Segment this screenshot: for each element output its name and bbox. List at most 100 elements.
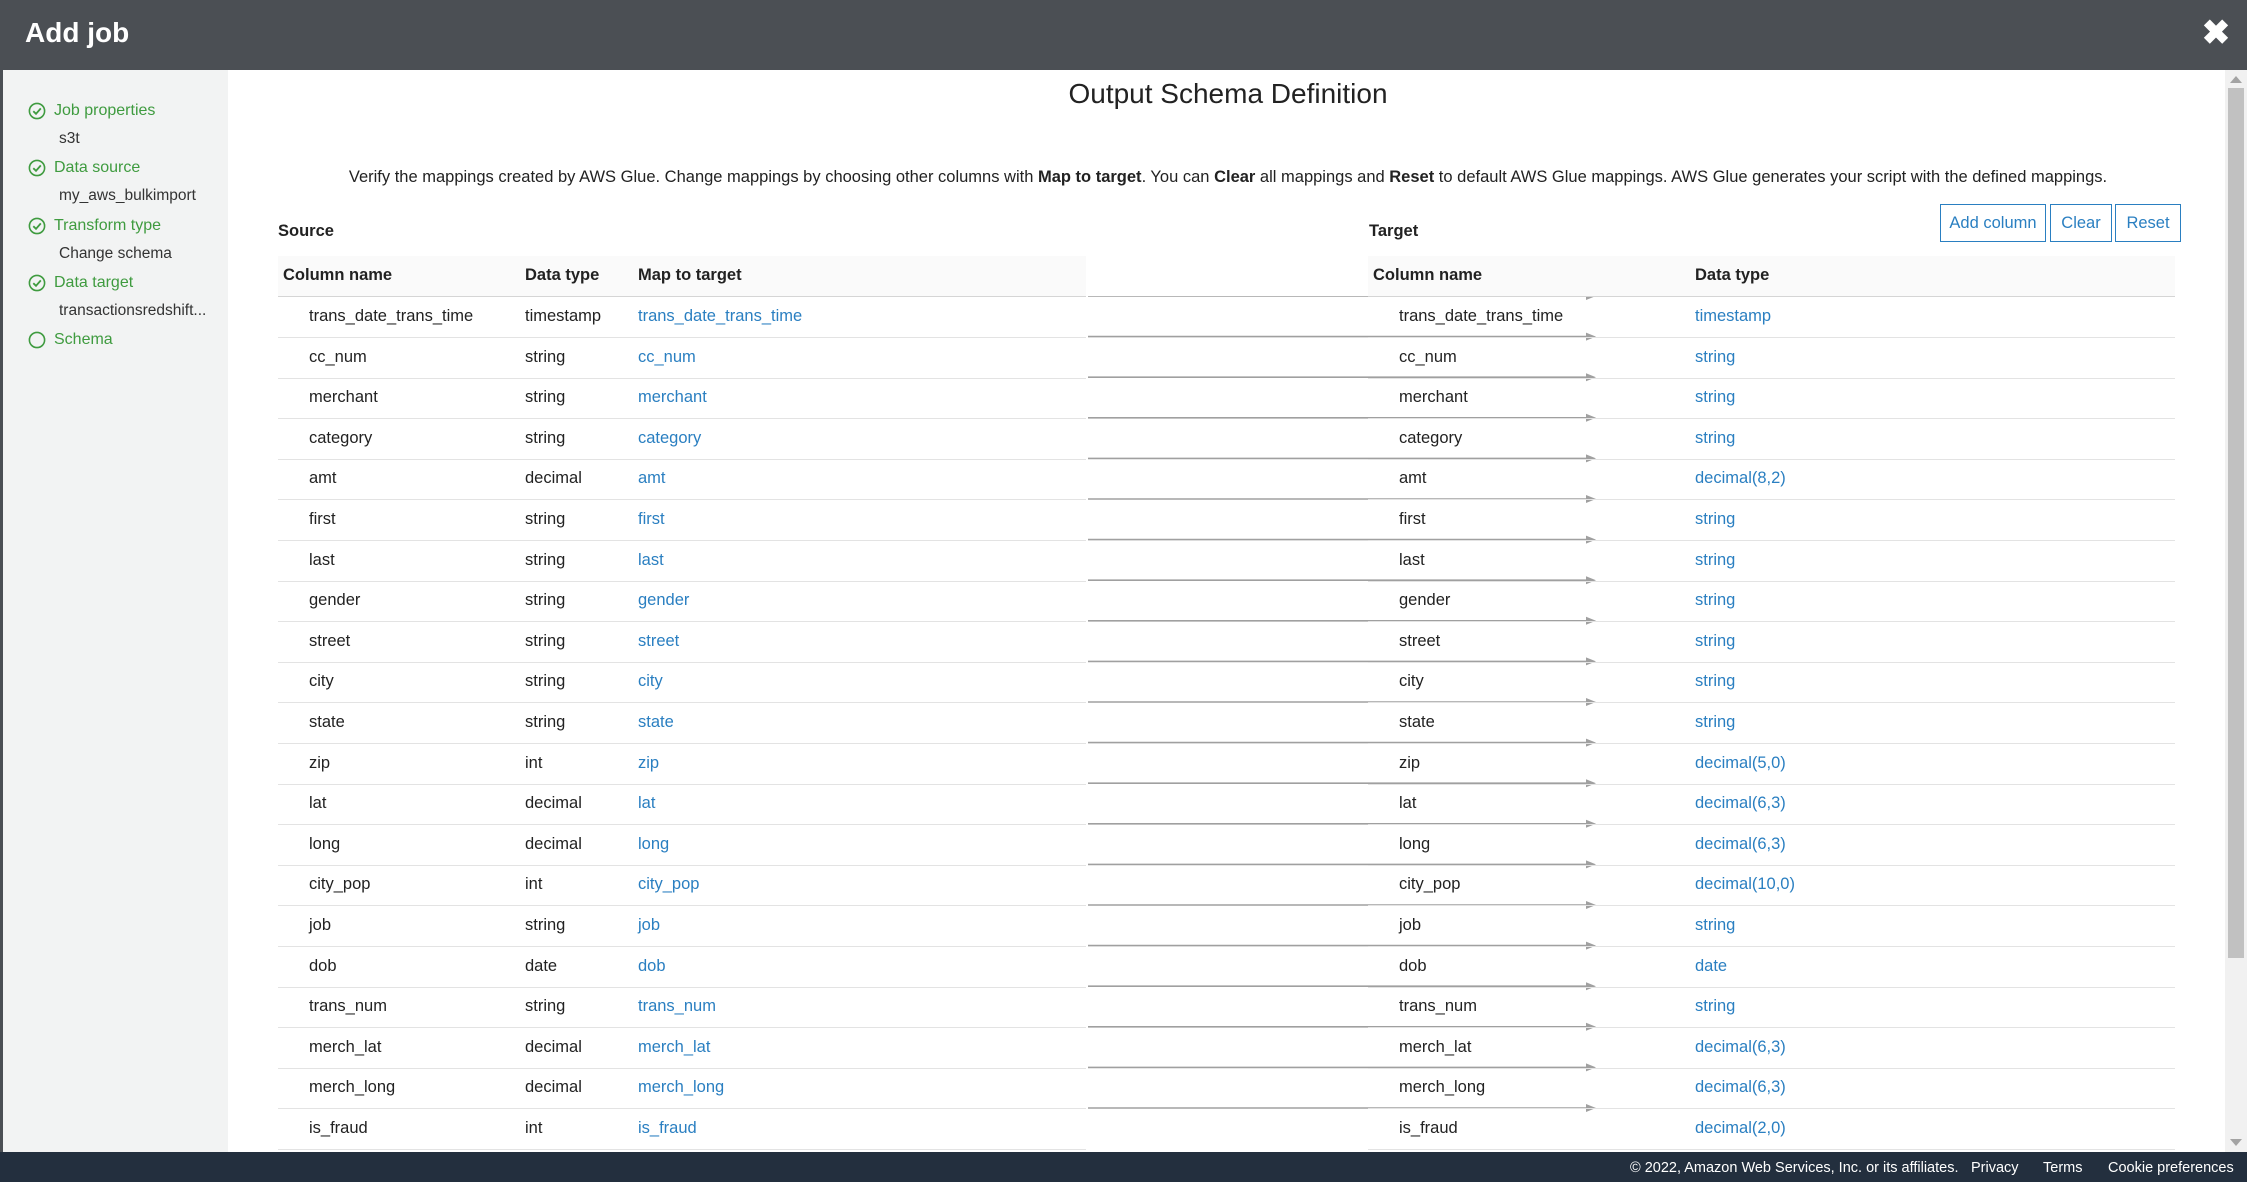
target-data-type-link[interactable]: string <box>1695 388 1735 407</box>
terms-link[interactable]: Terms <box>2043 1160 2082 1176</box>
target-data-type-link[interactable]: date <box>1695 957 1727 976</box>
desc-text: all mappings and <box>1255 168 1390 186</box>
source-data-type: string <box>525 347 566 366</box>
target-data-type-link[interactable]: string <box>1695 348 1735 367</box>
desc-bold-map-to-target: Map to target <box>1037 168 1142 186</box>
target-table-row: amt decimal(8,2) <box>1368 459 2175 501</box>
target-data-type-link[interactable]: decimal(6,3) <box>1695 1038 1786 1057</box>
header-column-name: Column name <box>1373 266 1483 284</box>
target-column-name: cc_num <box>1399 347 1457 366</box>
source-table-row: job string job <box>278 906 1086 947</box>
privacy-link[interactable]: Privacy <box>1971 1160 2019 1176</box>
target-data-type-link[interactable]: string <box>1695 632 1735 651</box>
target-column-name: state <box>1399 713 1435 731</box>
target-data-type-link[interactable]: decimal(8,2) <box>1695 469 1786 488</box>
map-to-target-link[interactable]: merchant <box>638 388 707 407</box>
wizard-step-label[interactable]: Data target <box>54 274 133 292</box>
source-data-type: decimal <box>525 1037 582 1056</box>
map-to-target-link[interactable]: last <box>638 551 664 570</box>
target-data-type-link[interactable]: string <box>1695 916 1735 935</box>
map-to-target-link[interactable]: long <box>638 835 669 854</box>
target-data-type-link[interactable]: decimal(6,3) <box>1695 835 1786 854</box>
mapping-description: Verify the mappings created by AWS Glue.… <box>228 168 2228 187</box>
map-to-target-link[interactable]: zip <box>638 754 659 773</box>
target-data-type-link[interactable]: decimal(2,0) <box>1695 1119 1786 1138</box>
target-data-type-link[interactable]: string <box>1695 713 1735 732</box>
target-data-type-link[interactable]: timestamp <box>1695 307 1771 326</box>
source-table-row: merchant string merchant <box>278 378 1086 420</box>
add-column-button[interactable]: Add column <box>1940 204 2046 242</box>
target-data-type-link[interactable]: decimal(6,3) <box>1695 794 1786 813</box>
map-to-target-link[interactable]: city <box>638 672 663 691</box>
map-to-target-link[interactable]: trans_num <box>638 997 716 1016</box>
map-to-target-link[interactable]: merch_lat <box>638 1038 710 1057</box>
target-column-name: first <box>1399 510 1426 528</box>
wizard-step-label[interactable]: Transform type <box>54 217 161 235</box>
source-table-row: trans_date_trans_time timestamp trans_date… <box>278 297 1086 338</box>
reset-button[interactable]: Reset <box>2115 204 2181 242</box>
vertical-scrollbar[interactable] <box>2225 70 2247 1152</box>
map-to-target-link[interactable]: cc_num <box>638 348 696 367</box>
map-to-target-link[interactable]: is_fraud <box>638 1119 697 1138</box>
source-column-name: zip <box>309 753 331 772</box>
map-to-target-link[interactable]: dob <box>638 957 666 976</box>
source-column-name: merchant <box>309 388 378 407</box>
target-data-type-link[interactable]: string <box>1695 672 1735 691</box>
target-data-type-link[interactable]: string <box>1695 429 1735 448</box>
target-data-type-link[interactable]: string <box>1695 997 1735 1016</box>
map-to-target-link[interactable]: trans_date_trans_time <box>638 307 802 326</box>
header-column-name: Column name <box>283 266 393 284</box>
scroll-down-arrow-icon[interactable] <box>2230 1139 2242 1146</box>
map-to-target-link[interactable]: gender <box>638 591 689 610</box>
dialog-header: Add job ✖ <box>3 0 2247 71</box>
source-column-name: amt <box>309 469 337 488</box>
map-to-target-link[interactable]: category <box>638 429 701 448</box>
target-data-type-link[interactable]: decimal(6,3) <box>1695 1078 1786 1097</box>
target-table-row: last string <box>1368 541 2175 582</box>
target-data-type-link[interactable]: string <box>1695 591 1735 610</box>
desc-bold-clear: Clear <box>1214 168 1256 186</box>
map-to-target-link[interactable]: city_pop <box>638 875 699 894</box>
source-data-type: decimal <box>525 834 582 853</box>
check-circle-icon <box>28 274 46 292</box>
source-table-row: dob date dob <box>278 947 1086 988</box>
target-data-type-link[interactable]: string <box>1695 510 1735 529</box>
source-data-type: timestamp <box>525 307 602 325</box>
target-column-name: long <box>1399 834 1431 853</box>
map-to-target-link[interactable]: first <box>638 510 665 529</box>
cookie-preferences-link[interactable]: Cookie preferences <box>2108 1160 2234 1176</box>
target-column-name: last <box>1399 550 1425 569</box>
source-data-type: string <box>525 428 566 447</box>
source-table-row: trans_num string trans_num <box>278 987 1086 1029</box>
wizard-step-label[interactable]: Schema <box>54 331 113 349</box>
source-table-row: amt decimal amt <box>278 459 1086 501</box>
close-icon[interactable]: ✖ <box>2199 16 2233 50</box>
source-table-row: is_fraud int is_fraud <box>278 1109 1086 1150</box>
map-to-target-link[interactable]: amt <box>638 469 666 488</box>
source-column-name: gender <box>309 591 361 610</box>
source-data-type: int <box>525 1119 543 1137</box>
target-table-row: trans_date_trans_time timestamp <box>1368 297 2175 338</box>
wizard-step-value: s3t <box>59 130 80 147</box>
map-to-target-link[interactable]: merch_long <box>638 1078 724 1097</box>
clear-button[interactable]: Clear <box>2050 204 2112 242</box>
scrollbar-thumb[interactable] <box>2228 88 2244 958</box>
target-table-row: gender string <box>1368 581 2175 623</box>
target-column-name: is_fraud <box>1399 1119 1458 1137</box>
map-to-target-link[interactable]: lat <box>638 794 655 813</box>
target-data-type-link[interactable]: decimal(5,0) <box>1695 754 1786 773</box>
source-data-type: int <box>525 875 543 894</box>
target-table-row: long decimal(6,3) <box>1368 825 2175 866</box>
map-to-target-link[interactable]: job <box>638 916 660 935</box>
map-to-target-link[interactable]: state <box>638 713 674 732</box>
target-label: Target <box>1369 222 1419 240</box>
wizard-step-label[interactable]: Job properties <box>54 102 155 120</box>
source-column-name: job <box>309 916 332 934</box>
target-table-row: trans_num string <box>1368 987 2175 1029</box>
target-data-type-link[interactable]: decimal(10,0) <box>1695 875 1795 894</box>
scroll-up-arrow-icon[interactable] <box>2230 76 2242 83</box>
wizard-step-label[interactable]: Data source <box>54 159 140 177</box>
map-to-target-link[interactable]: street <box>638 632 679 651</box>
target-data-type-link[interactable]: string <box>1695 551 1735 570</box>
source-column-name: lat <box>309 794 327 813</box>
